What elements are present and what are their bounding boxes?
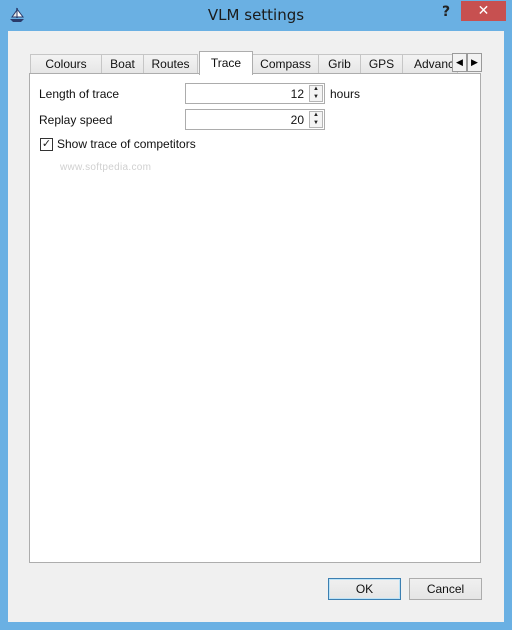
spin-up-icon[interactable]: ▲ — [310, 86, 322, 93]
spin-up-icon[interactable]: ▲ — [310, 112, 322, 119]
settings-window: VLM settings ? ✕ Colours Boat Routes Tra… — [0, 0, 512, 630]
length-of-trace-label: Length of trace — [39, 87, 120, 101]
spin-down-icon[interactable]: ▼ — [310, 120, 322, 127]
length-unit-label: hours — [330, 87, 361, 101]
spin-down-icon[interactable]: ▼ — [310, 94, 322, 101]
ok-button[interactable]: OK — [328, 578, 401, 600]
replay-speed-spinbox[interactable]: 20 ▲ ▼ — [185, 109, 325, 130]
close-button[interactable]: ✕ — [461, 1, 506, 21]
dialog-body: Colours Boat Routes Trace Compass Grib G… — [8, 31, 504, 622]
length-spin-arrows[interactable]: ▲ ▼ — [309, 85, 323, 102]
cancel-button[interactable]: Cancel — [409, 578, 482, 600]
watermark-text: www.softpedia.com — [60, 162, 152, 173]
tab-compass[interactable]: Compass — [252, 54, 319, 73]
tab-colours[interactable]: Colours — [30, 54, 102, 73]
tab-boat[interactable]: Boat — [101, 54, 144, 73]
help-button[interactable]: ? — [436, 3, 456, 23]
replay-spin-arrows[interactable]: ▲ ▼ — [309, 111, 323, 128]
tab-gps[interactable]: GPS — [360, 54, 403, 73]
replay-speed-value: 20 — [290, 113, 304, 127]
tab-scroll-right-icon[interactable]: ▶ — [467, 53, 482, 72]
length-of-trace-spinbox[interactable]: 12 ▲ ▼ — [185, 83, 325, 104]
tab-scroll-left-icon[interactable]: ◀ — [452, 53, 467, 72]
tab-grib[interactable]: Grib — [318, 54, 361, 73]
title-bar[interactable]: VLM settings ? ✕ — [0, 0, 512, 31]
trace-tab-panel: Length of trace 12 ▲ ▼ hours Replay spee… — [29, 73, 481, 563]
show-competitors-checkbox[interactable]: ✓ — [40, 138, 53, 151]
tab-bar: Colours Boat Routes Trace Compass Grib G… — [30, 51, 490, 75]
length-of-trace-value: 12 — [290, 87, 304, 101]
replay-speed-label: Replay speed — [39, 113, 113, 127]
tab-routes[interactable]: Routes — [143, 54, 198, 73]
show-competitors-label[interactable]: Show trace of competitors — [57, 137, 196, 151]
tab-trace[interactable]: Trace — [199, 51, 253, 75]
tab-advanced[interactable]: Advanc — [402, 54, 458, 73]
